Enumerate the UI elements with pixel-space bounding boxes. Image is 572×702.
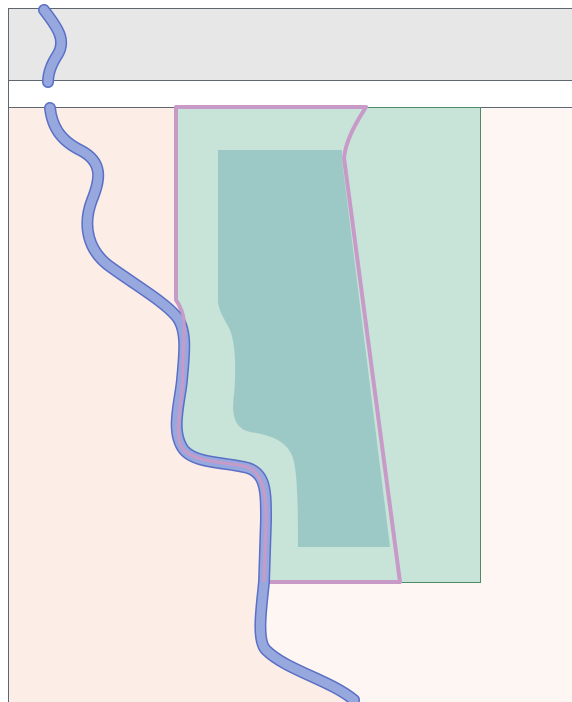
top-band <box>8 8 572 81</box>
diagram-canvas <box>0 0 572 702</box>
light-band <box>8 81 572 107</box>
diagram-svg <box>8 4 572 702</box>
